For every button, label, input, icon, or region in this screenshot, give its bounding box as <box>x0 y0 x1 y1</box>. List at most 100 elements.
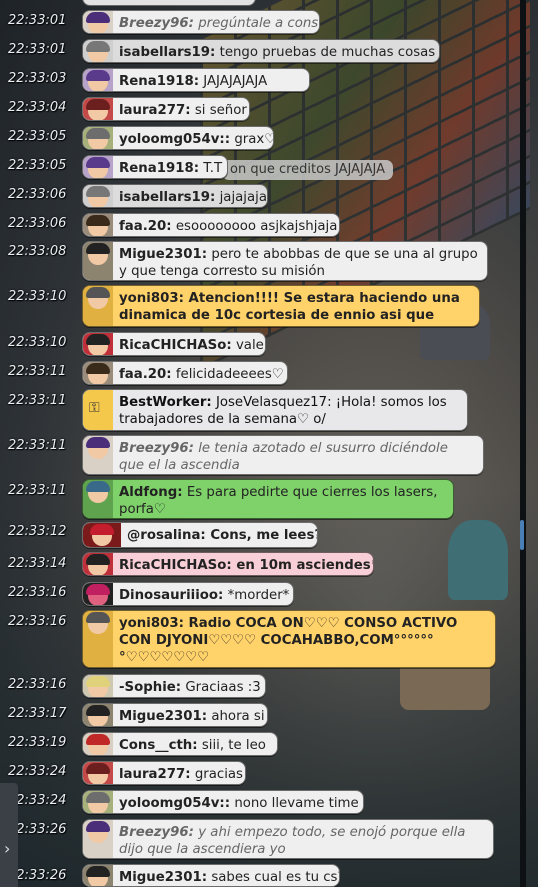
username[interactable]: isabellars19: <box>119 190 215 205</box>
user-avatar <box>83 865 113 886</box>
username[interactable]: Dinosauriiioo: <box>119 588 223 603</box>
message-text: tengo pruebas de muchas cosas <box>219 45 436 60</box>
timestamp: 22:33:16 <box>8 585 67 600</box>
username[interactable]: isabellars19: <box>119 45 215 60</box>
username[interactable]: laura277: <box>119 767 191 782</box>
timestamp: 22:33:06 <box>8 216 67 231</box>
timestamp: 22:33:26 <box>8 822 67 837</box>
chat-bubble[interactable]: faa.20: felicidadeeees♡ <box>82 361 288 385</box>
username[interactable]: Breezy96: <box>119 441 194 456</box>
user-avatar <box>83 523 121 547</box>
username[interactable]: Breezy96: <box>119 16 194 31</box>
timestamp: 22:33:08 <box>8 244 67 259</box>
user-avatar <box>83 436 113 474</box>
message-text: T.T <box>203 161 223 176</box>
chat-bubble[interactable]: yoloomg054v:: grax♡ <box>82 126 274 150</box>
username[interactable]: @rosalina: <box>127 528 206 543</box>
timestamp: 22:33:24 <box>8 764 67 779</box>
username[interactable]: Cons__cth: <box>119 738 198 753</box>
username[interactable]: yoloomg054v:: <box>119 132 230 147</box>
user-avatar <box>83 583 113 605</box>
message-text: nono llevame time <box>234 796 359 811</box>
chat-bubble[interactable]: yoni803: Radio COCA ON♡♡♡ CONSO ACTIVO C… <box>82 610 496 668</box>
chat-bubble[interactable]: faa.20: esoooooooo asjkajshjaja <box>82 213 340 237</box>
message-text: ahora si <box>211 709 265 724</box>
chat-bubble[interactable]: Aldfong: Es para pedirte que cierres los… <box>82 479 454 519</box>
bestworker-key-icon: ⚿ <box>83 390 113 430</box>
chat-bubble[interactable]: Breezy96: y ahi empezo todo, se enojó po… <box>82 819 494 859</box>
username[interactable]: Breezy96: <box>119 825 194 840</box>
faded-chat-bubble: on que creditos JAJAJAJA <box>222 160 393 180</box>
username[interactable]: yoni803: <box>119 616 184 631</box>
chat-bubble[interactable]: RicaCHICHASo: en 10m asciendes♡ <box>82 552 374 576</box>
message-text: en 10m asciendes♡ <box>236 558 374 573</box>
username[interactable]: -Sophie: <box>119 680 181 695</box>
user-avatar <box>83 69 113 91</box>
expand-chat-handle[interactable]: › <box>0 783 18 887</box>
user-avatar <box>83 791 113 813</box>
username[interactable]: laura277: <box>119 103 191 118</box>
chat-bubble[interactable]: @rosalina: Cons, me lees? <box>82 522 318 548</box>
user-avatar <box>83 733 113 755</box>
user-avatar <box>83 553 113 575</box>
message-text: Graciaas :3 <box>185 680 261 695</box>
username[interactable]: RicaCHICHASo: <box>119 338 232 353</box>
message-text: esoooooooo asjkajshjaja <box>175 219 338 234</box>
user-avatar <box>83 40 113 62</box>
username[interactable]: Rena1918: <box>119 161 199 176</box>
username[interactable]: Migue2301: <box>119 870 207 885</box>
username[interactable]: RicaCHICHASo: <box>119 558 232 573</box>
chat-bubble[interactable]: yoni803: Atencion!!!! Se estara haciendo… <box>82 285 480 327</box>
chat-bubble[interactable]: Dinosauriiioo: *morder* <box>82 582 294 606</box>
username[interactable]: yoloomg054v:: <box>119 796 230 811</box>
username[interactable]: Aldfong: <box>119 485 183 500</box>
username[interactable]: Migue2301: <box>119 247 207 262</box>
username[interactable]: faa.20: <box>119 367 172 382</box>
message-text: pregúntale a cons <box>198 16 319 31</box>
timestamp: 22:33:11 <box>8 483 67 498</box>
user-avatar <box>83 127 113 149</box>
chat-bubble[interactable]: Breezy96: le tenia azotado el susurro di… <box>82 435 484 475</box>
timestamp: 22:33:01 <box>8 42 67 57</box>
chat-bubble[interactable]: ⚿ BestWorker: JoseVelasquez17: ¡Hola! so… <box>82 389 468 431</box>
timestamp: 22:33:10 <box>8 289 67 304</box>
chat-bubble[interactable]: -Sophie: Graciaas :3 <box>82 674 266 698</box>
message-text: sabes cual es tu cs? <box>211 870 340 885</box>
username[interactable]: faa.20: <box>119 219 172 234</box>
chat-bubble[interactable]: Breezy96: pregúntale a cons <box>82 10 320 34</box>
user-avatar <box>83 185 113 207</box>
chat-bubble[interactable]: yoloomg054v:: nono llevame time <box>82 790 364 814</box>
timestamp: 22:33:11 <box>8 393 67 408</box>
message-text: JAJAJAJAJA <box>203 74 268 89</box>
timestamp: 22:33:26 <box>8 868 67 883</box>
chat-bubble[interactable]: isabellars19: jajajaja <box>82 184 268 208</box>
username[interactable]: Rena1918: <box>119 74 199 89</box>
chat-bubble[interactable]: laura277: gracias <box>82 761 246 785</box>
user-avatar <box>83 611 113 667</box>
username[interactable]: BestWorker: <box>119 395 212 410</box>
message-text: felicidadeeees♡ <box>175 367 284 382</box>
username[interactable]: yoni803: <box>119 291 184 306</box>
user-avatar <box>83 242 113 280</box>
timestamp: 22:33:04 <box>8 100 67 115</box>
timestamp: 22:33:01 <box>8 13 67 28</box>
timestamp: 22:33:03 <box>8 71 67 86</box>
chat-bubble[interactable]: Cons__cth: siii, te leo <box>82 732 278 756</box>
chat-bubble[interactable]: laura277: si señor <box>82 97 250 121</box>
user-avatar <box>83 762 113 784</box>
chat-bubble[interactable]: isabellars19: tengo pruebas de muchas co… <box>82 39 440 63</box>
timestamp: 22:33:10 <box>8 335 67 350</box>
timestamp: 22:33:05 <box>8 158 67 173</box>
message-text: *morder* <box>227 588 290 603</box>
chat-bubble[interactable]: Rena1918: T.T <box>82 155 228 179</box>
username[interactable]: Migue2301: <box>119 709 207 724</box>
chat-bubble[interactable]: Migue2301: pero te abobbas de que se una… <box>82 241 488 281</box>
message-text: grax♡ <box>234 132 274 147</box>
chat-bubble[interactable]: Rena1918: JAJAJAJAJA <box>82 68 310 92</box>
chat-bubble[interactable]: RicaCHICHASo: vale <box>82 332 266 356</box>
chat-bubble[interactable]: Migue2301: ahora si <box>82 703 268 727</box>
message-text: vale <box>235 338 264 353</box>
chat-bubble[interactable]: Migue2301: sabes cual es tu cs? <box>82 864 340 887</box>
timestamp: 22:33:24 <box>8 793 67 808</box>
chevron-right-icon: › <box>4 839 11 858</box>
